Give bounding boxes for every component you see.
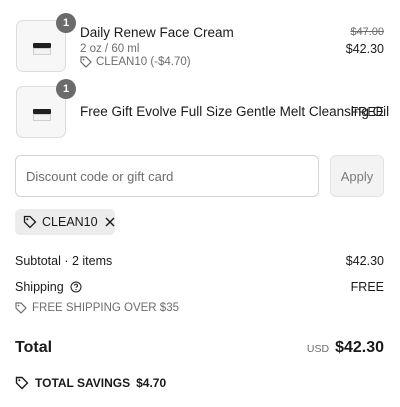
total-currency: USD — [306, 343, 330, 355]
applied-discount-code: CLEAN10 — [42, 215, 98, 229]
item-price: $42.30 — [345, 42, 384, 56]
tag-icon — [80, 56, 92, 68]
total-value: $42.30 — [335, 339, 384, 356]
quantity-badge: 1 — [56, 79, 76, 99]
applied-discount-chip: CLEAN10 — [15, 209, 115, 235]
product-name: Daily Renew Face Cream — [80, 25, 234, 40]
shipping-value: FREE — [350, 280, 384, 294]
item-price: FREE — [350, 105, 384, 119]
discount-code-field[interactable] — [15, 155, 319, 197]
total-savings-value: $4.70 — [136, 376, 167, 390]
shipping-row: Shipping — [15, 280, 82, 294]
discount-code-input[interactable] — [16, 156, 318, 196]
tag-icon — [15, 376, 29, 390]
apply-button[interactable]: Apply — [330, 155, 384, 197]
item-discount-label: CLEAN10 (-$4.70) — [96, 56, 191, 68]
face-cream-jar-icon — [33, 43, 51, 55]
total-amount: USD $42.30 — [307, 339, 384, 357]
shipping-note-text: FREE SHIPPING OVER $35 — [32, 302, 179, 314]
shipping-label: Shipping — [15, 280, 64, 294]
shipping-note: FREE SHIPPING OVER $35 — [15, 302, 179, 314]
remove-discount-close-icon[interactable] — [105, 217, 115, 227]
help-circle-icon[interactable] — [70, 281, 82, 293]
subtotal-label: Subtotal · 2 items — [15, 254, 113, 268]
tag-icon — [15, 302, 27, 314]
total-label: Total — [15, 339, 53, 356]
original-price: $47.00 — [350, 26, 384, 38]
product-variant: 2 oz / 60 ml — [80, 43, 140, 55]
cleansing-oil-jar-icon — [33, 109, 51, 121]
total-savings: TOTAL SAVINGS $4.70 — [15, 376, 166, 390]
product-name: Free Gift Evolve Full Size Gentle Melt C… — [80, 104, 390, 119]
subtotal-value: $42.30 — [345, 254, 384, 268]
item-discount: CLEAN10 (-$4.70) — [80, 56, 191, 68]
tag-icon — [23, 215, 37, 229]
quantity-badge: 1 — [56, 13, 76, 33]
total-savings-label: TOTAL SAVINGS — [35, 376, 131, 390]
